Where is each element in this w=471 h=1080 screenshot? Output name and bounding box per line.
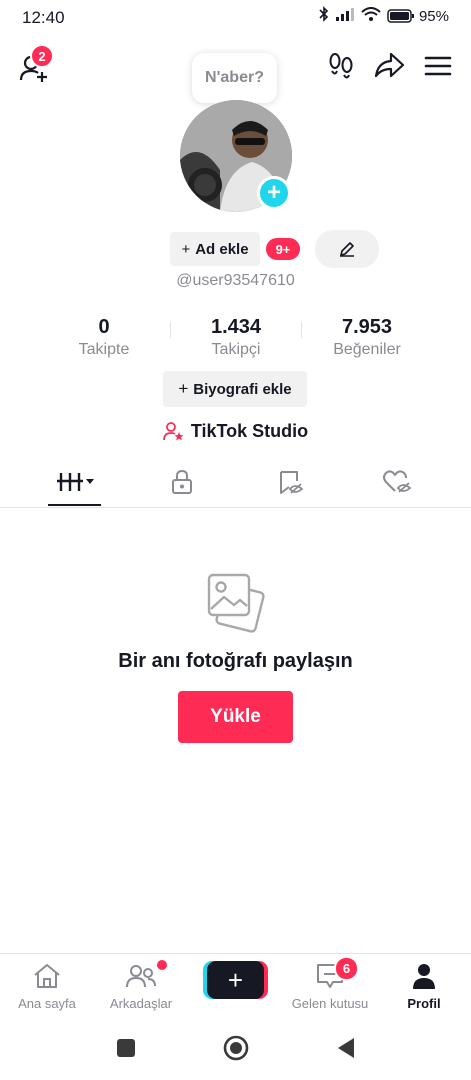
studio-user-star-icon (162, 422, 184, 441)
pencil-icon (340, 242, 354, 257)
followers-count: 1.434 (210, 316, 262, 338)
likes-count: 7.953 (341, 316, 393, 338)
edit-profile-button[interactable] (315, 230, 379, 268)
stat-likes[interactable]: 7.953 Beğeniler (307, 316, 427, 359)
nav-friends[interactable]: Arkadaşlar (94, 962, 188, 1011)
back-button[interactable] (336, 1037, 356, 1064)
square-icon (116, 1038, 135, 1057)
notification-badge: 9+ (264, 236, 302, 262)
tab-liked[interactable] (380, 466, 414, 498)
tab-favorites[interactable] (273, 466, 307, 498)
add-bio-label: Biyografi ekle (193, 380, 292, 398)
plus-icon: + (178, 379, 189, 398)
plus-icon: + (227, 964, 244, 995)
footprints-icon (329, 53, 353, 79)
followers-label: Takipçi (211, 341, 261, 358)
grid-bars-icon (56, 473, 94, 491)
tiktok-studio-link[interactable]: TikTok Studio (0, 420, 471, 442)
home-icon (34, 964, 60, 988)
following-label: Takipte (78, 341, 130, 358)
tab-videos[interactable] (48, 466, 101, 498)
status-time: 12:40 (22, 8, 65, 27)
nav-profile[interactable]: Profil (377, 962, 471, 1011)
friend-request-badge: 2 (30, 44, 54, 68)
photos-placeholder-icon (206, 572, 266, 634)
add-name-label: Ad ekle (195, 240, 249, 258)
wifi-icon (361, 6, 381, 26)
add-name-button[interactable]: + Ad ekle (170, 232, 260, 266)
following-count: 0 (98, 316, 110, 338)
share-arrow-icon (374, 52, 405, 78)
bookmark-eye-icon (280, 471, 304, 494)
nav-inbox[interactable]: Gelen kutusu (283, 962, 377, 1011)
lock-icon (172, 469, 192, 494)
status-icons: 95% (319, 6, 449, 26)
system-navigation-bar (0, 1020, 471, 1080)
back-triangle-icon (337, 1037, 354, 1058)
recents-button[interactable] (116, 1038, 136, 1063)
empty-state-title: Bir anı fotoğrafı paylaşın (118, 650, 353, 672)
stat-divider (301, 322, 302, 338)
stat-following[interactable]: 0 Takipte (44, 316, 164, 359)
circle-icon (223, 1035, 248, 1060)
friends-icon (126, 965, 156, 988)
hamburger-menu-icon (424, 56, 452, 76)
inbox-count-badge: 6 (334, 956, 359, 981)
tab-private[interactable] (165, 466, 199, 498)
profile-person-icon (413, 964, 435, 989)
likes-label: Beğeniler (333, 341, 401, 358)
battery-percent: 95% (418, 7, 449, 25)
bottom-nav-divider (0, 953, 471, 954)
tabs-divider (0, 507, 471, 508)
heart-eye-icon (383, 470, 412, 493)
stat-followers[interactable]: 1.434 Takipçi (176, 316, 296, 359)
stat-divider (170, 322, 171, 338)
add-story-button[interactable]: + (257, 176, 291, 210)
nav-home[interactable]: Ana sayfa (0, 962, 94, 1011)
plus-icon: + (181, 240, 191, 258)
battery-indicator: 95% (387, 8, 449, 25)
signal-icon (335, 7, 355, 25)
status-bubble[interactable]: N'aber? (192, 53, 277, 103)
footprints-button[interactable] (323, 48, 359, 84)
battery-icon (387, 9, 414, 23)
share-profile-button[interactable] (371, 47, 407, 83)
username: @user93547610 (176, 272, 295, 289)
friends-dot-badge (157, 960, 167, 970)
nav-friends-label: Arkadaşlar (109, 996, 173, 1011)
bluetooth-icon (319, 6, 329, 26)
create-post-button[interactable]: + (207, 961, 264, 999)
nav-inbox-label: Gelen kutusu (291, 996, 369, 1011)
home-system-button[interactable] (222, 1034, 250, 1067)
menu-button[interactable] (420, 48, 456, 84)
nav-profile-label: Profil (407, 996, 441, 1011)
upload-button[interactable]: Yükle (178, 691, 293, 743)
active-tab-indicator (48, 504, 101, 506)
add-bio-button[interactable]: + Biyografi ekle (163, 371, 307, 407)
studio-label: TikTok Studio (190, 420, 309, 441)
nav-home-label: Ana sayfa (18, 996, 76, 1011)
